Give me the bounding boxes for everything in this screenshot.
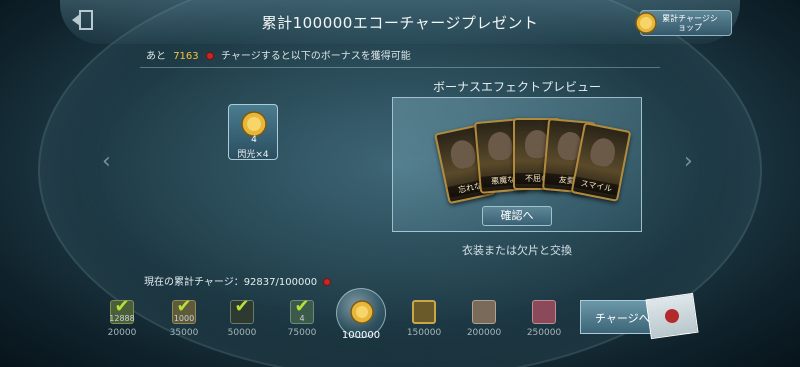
exchange-note: 衣装または欠片と交換 xyxy=(462,244,572,257)
reward-label: 閃光×4 xyxy=(237,150,269,160)
frame-reward-icon xyxy=(412,300,436,324)
current-charge-label: 現在の累計チャージ：92837/100000 xyxy=(144,277,318,288)
reward-count: 4 xyxy=(251,135,257,145)
tier-threshold: 250000 xyxy=(526,328,562,338)
remaining-amount: 7163 xyxy=(173,51,199,62)
item-reward-icon xyxy=(532,300,556,324)
wax-seal-icon xyxy=(664,308,680,324)
echo-currency-icon xyxy=(323,278,332,286)
gold-coin-icon xyxy=(350,300,374,324)
current-charge-line: 現在の累計チャージ：92837/100000 xyxy=(144,273,335,288)
character-portrait xyxy=(486,131,514,162)
tier-threshold: 200000 xyxy=(466,328,502,338)
check-icon: ✔ xyxy=(234,296,250,317)
charge-button-label: チャージへ xyxy=(595,312,650,325)
charge-shop-label: 累計チャージショップ xyxy=(662,14,718,32)
tier-threshold: 35000 xyxy=(169,328,199,338)
portrait-reward-icon xyxy=(472,300,496,324)
echo-currency-icon xyxy=(205,52,214,60)
flash-coin-icon xyxy=(241,111,267,137)
tier-threshold: 75000 xyxy=(287,328,317,338)
remaining-info: あと 7163 チャージすると以下のボーナスを獲得可能 xyxy=(140,46,660,68)
remaining-prefix: あと xyxy=(146,51,166,62)
tier-threshold: 100000 xyxy=(341,330,381,341)
envelope-icon xyxy=(645,292,699,340)
tier-threshold: 150000 xyxy=(406,328,442,338)
confirm-button[interactable]: 確認へ xyxy=(482,206,552,226)
tier-sub: 1000 xyxy=(173,314,195,323)
tier-threshold: 20000 xyxy=(107,328,137,338)
card-caption: スマイル xyxy=(573,176,619,196)
tier-sub: 4 xyxy=(299,314,305,323)
tier-threshold: 50000 xyxy=(227,328,257,338)
charge-shop-button[interactable]: 累計チャージショップ xyxy=(635,10,732,36)
character-portrait xyxy=(588,136,618,169)
gold-coin-icon xyxy=(635,12,657,34)
tier-sub: 12888 xyxy=(109,314,135,323)
character-portrait xyxy=(448,138,478,171)
prev-arrow-icon[interactable]: ‹ xyxy=(102,150,116,174)
next-arrow-icon[interactable]: › xyxy=(684,150,698,174)
preview-title: ボーナスエフェクトプレビュー xyxy=(432,80,601,94)
remaining-suffix: チャージすると以下のボーナスを獲得可能 xyxy=(221,51,411,62)
